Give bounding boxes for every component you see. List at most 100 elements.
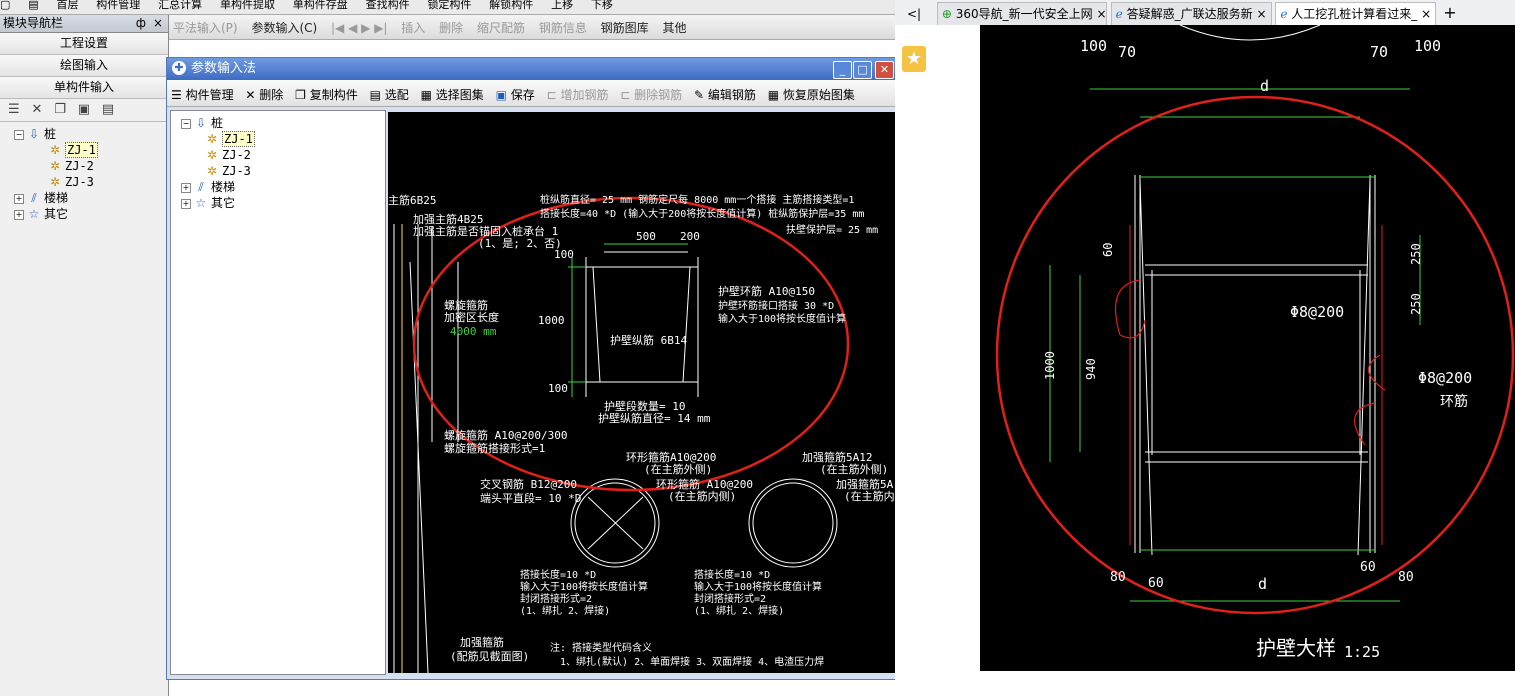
dlg-save[interactable]: ▣ 保存 (492, 80, 539, 106)
nav-title: 模块导航栏 (3, 16, 64, 30)
nav-project-settings[interactable]: 工程设置 (0, 33, 168, 55)
pin-icon[interactable]: ф (136, 15, 146, 32)
list-icon[interactable]: ☰ (8, 99, 20, 121)
svg-text:搭接长度=10 *D: 搭接长度=10 *D (520, 568, 596, 581)
svg-text:250: 250 (1409, 243, 1423, 265)
svg-text:d: d (1258, 575, 1267, 593)
svg-text:100: 100 (554, 248, 574, 261)
dlg-copy[interactable]: ❐ 复制构件 (291, 80, 362, 106)
tb-save-single[interactable]: 单构件存盘 (293, 0, 348, 11)
tb-unlock[interactable]: 解锁构件 (489, 0, 533, 11)
nav-drawing-input[interactable]: 绘图输入 (0, 55, 168, 77)
new-tab-button[interactable]: + (1440, 0, 1460, 25)
insert-button[interactable]: 插入 (396, 15, 430, 39)
flat-input-button[interactable]: 平法输入(P) (168, 15, 243, 39)
tb-lock[interactable]: 锁定构件 (427, 0, 471, 11)
favorite-star-icon[interactable]: ★ (902, 46, 926, 72)
svg-text:4000 mm: 4000 mm (450, 325, 497, 338)
svg-text:100: 100 (548, 382, 568, 395)
dlg-tree-node-stairs[interactable]: + ⫽ 楼梯 (181, 179, 385, 195)
minimize-button[interactable]: _ (833, 61, 852, 79)
tab-manual-pile[interactable]: ℯ 人工挖孔桩计算看过来_ × (1275, 2, 1437, 25)
pile-parameter-drawing[interactable]: 主筋6B25 加强主筋4B25 加强主筋是否锚固入桩承台 1 (1、是; 2、否… (388, 112, 896, 673)
svg-text:注: 搭接类型代码含义: 注: 搭接类型代码含义 (550, 641, 652, 654)
rebar-info-button[interactable]: 钢筋信息 (534, 15, 592, 39)
tree-node-zj3[interactable]: ✲ ZJ-3 (14, 174, 168, 190)
dlg-tree-node-zj3[interactable]: ✲ ZJ-3 (181, 163, 385, 179)
tree-node-pile[interactable]: − ⇩ 桩 (14, 126, 168, 142)
delete-icon: ✕ (245, 88, 260, 102)
close-button[interactable]: ✕ (875, 61, 894, 79)
dlg-component-manage[interactable]: ☰ 构件管理 (167, 80, 238, 106)
nav-single-input[interactable]: 单构件输入 (0, 77, 168, 99)
dlg-select-atlas[interactable]: ▦ 选择图集 (417, 80, 488, 106)
new-icon[interactable]: ▢ (0, 0, 10, 11)
tb-move-up[interactable]: 上移 (551, 0, 573, 11)
tab-glodon-qa[interactable]: ℯ 答疑解惑_广联达服务新 × (1110, 2, 1272, 25)
dlg-select-match[interactable]: ▤ 选配 (366, 80, 413, 106)
other-button[interactable]: 其他 (658, 15, 692, 39)
delete-rebar-icon: ⊏ (620, 88, 635, 102)
tab-close-icon[interactable]: × (1256, 7, 1266, 21)
tb-move-down[interactable]: 下移 (591, 0, 613, 11)
svg-text:1:25: 1:25 (1344, 643, 1380, 661)
dialog-tree: − ⇩ 桩 ✲ ZJ-1 ✲ ZJ-2 ✲ ZJ-3 + ⫽ 楼梯 + ☆ 其它 (170, 110, 386, 675)
delete-button[interactable]: 删除 (434, 15, 468, 39)
tree-node-stairs[interactable]: + ⫽ 楼梯 (14, 190, 168, 206)
svg-text:940: 940 (1084, 358, 1098, 380)
dlg-tree-node-zj2[interactable]: ✲ ZJ-2 (181, 147, 385, 163)
svg-text:100: 100 (1080, 37, 1107, 55)
svg-text:100: 100 (1414, 37, 1441, 55)
tab-360-nav[interactable]: ⊕ 360导航_新一代安全上网 × (936, 2, 1107, 25)
dlg-edit-rebar[interactable]: ✎ 编辑钢筋 (690, 80, 760, 106)
stairs-icon: ⫽ (198, 180, 204, 194)
maximize-button[interactable]: □ (853, 61, 872, 79)
delete-icon[interactable]: ✕ (31, 99, 42, 121)
svg-text:70: 70 (1370, 43, 1388, 61)
dlg-delete-rebar[interactable]: ⊏ 删除钢筋 (616, 80, 686, 106)
scale-rebar-button[interactable]: 缩尺配筋 (472, 15, 530, 39)
tree-node-zj2[interactable]: ✲ ZJ-2 (14, 158, 168, 174)
dlg-tree-node-other[interactable]: + ☆ 其它 (181, 195, 385, 211)
param-input-button[interactable]: 参数输入(C) (246, 15, 322, 39)
dlg-delete[interactable]: ✕ 删除 (241, 80, 287, 106)
svg-text:250: 250 (1409, 293, 1423, 315)
svg-text:护壁环筋接口搭接 30 *D: 护壁环筋接口搭接 30 *D (718, 299, 834, 312)
drawing-svg: 主筋6B25 加强主筋4B25 加强主筋是否锚固入桩承台 1 (1、是; 2、否… (388, 193, 895, 673)
svg-text:(在主筋内侧): (在主筋内侧) (668, 489, 736, 503)
tab-close-icon[interactable]: × (1421, 7, 1431, 21)
tb-find[interactable]: 查找构件 (366, 0, 410, 11)
nav-first-icon[interactable]: |◀ ◀ ▶ ▶| (326, 17, 392, 39)
dlg-tree-node-zj1[interactable]: ✲ ZJ-1 (181, 131, 385, 147)
paste-icon[interactable]: ▣ (78, 99, 90, 121)
tab-close-icon[interactable]: × (1096, 7, 1105, 21)
svg-text:(1、绑扎 2、焊接): (1、绑扎 2、焊接) (520, 604, 610, 617)
stairs-icon: ⫽ (31, 191, 37, 205)
tree-node-other[interactable]: + ☆ 其它 (14, 206, 168, 222)
svg-text:500: 500 (636, 230, 656, 243)
floor-combo[interactable]: 首层 (56, 0, 78, 11)
tb-component-manage[interactable]: 构件管理 (96, 0, 140, 11)
svg-text:60: 60 (1360, 560, 1376, 575)
dlg-restore-atlas[interactable]: ▦ 恢复原始图集 (764, 80, 859, 106)
svg-text:200: 200 (680, 230, 700, 243)
tree-node-zj1[interactable]: ✲ ZJ-1 (14, 142, 168, 158)
svg-text:端头平直段= 10 *D: 端头平直段= 10 *D (480, 491, 581, 505)
ie-icon: ℯ (1280, 7, 1288, 21)
close-icon[interactable]: × (153, 15, 163, 32)
back-button[interactable]: <| (895, 2, 933, 25)
dlg-tree-node-pile[interactable]: − ⇩ 桩 (181, 115, 385, 131)
svg-text:环形箍筋A10@200: 环形箍筋A10@200 (626, 450, 716, 464)
clipboard-icon[interactable]: ▤ (102, 99, 114, 121)
open-icon[interactable]: ▤ (28, 0, 38, 11)
rebar-library-button[interactable]: 钢筋图库 (596, 15, 654, 39)
svg-text:Φ8@200: Φ8@200 (1290, 303, 1344, 321)
tb-extract[interactable]: 单构件提取 (220, 0, 275, 11)
gear-icon: ✲ (206, 132, 218, 146)
360-logo-icon: ⊕ (941, 7, 952, 21)
copy-icon[interactable]: ❐ (54, 99, 66, 121)
svg-text:螺旋箍筋 A10@200/300: 螺旋箍筋 A10@200/300 (444, 428, 567, 442)
tb-summary-calc[interactable]: 汇总计算 (158, 0, 202, 11)
dlg-add-rebar[interactable]: ⊏ 增加钢筋 (543, 80, 613, 106)
browser-sidebar (895, 25, 980, 696)
